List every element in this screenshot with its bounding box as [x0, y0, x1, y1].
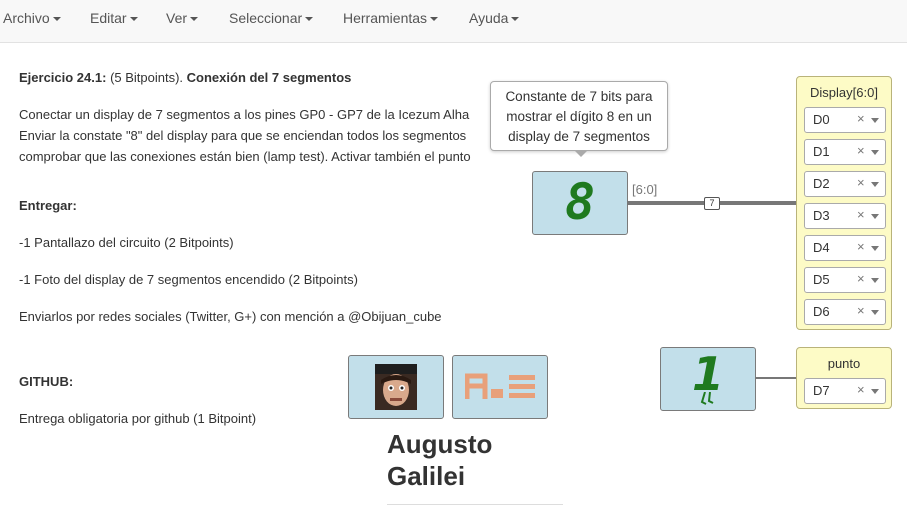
menu-label: Editar: [90, 10, 127, 26]
exercise-title-prefix: Ejercicio 24.1:: [19, 70, 107, 85]
pin-label: D4: [813, 240, 830, 255]
punto-panel-title: punto: [827, 356, 861, 371]
caret-down-icon[interactable]: [871, 246, 879, 251]
punto-output-panel[interactable]: punto D7 ×: [796, 347, 892, 409]
clear-icon[interactable]: ×: [857, 303, 865, 318]
author-last-name: Galilei: [387, 461, 466, 491]
caret-down-icon: [52, 17, 61, 22]
exercise-line-2: Enviar la constate "8" del display para …: [19, 128, 467, 143]
constant-8-block[interactable]: 8: [532, 171, 628, 235]
clear-icon[interactable]: ×: [857, 175, 865, 190]
deliver-heading: Entregar:: [19, 198, 77, 213]
pin-label: D0: [813, 112, 830, 127]
pin-select-d0[interactable]: D0 ×: [804, 107, 886, 133]
bit-legs-icon: [700, 392, 714, 405]
menu-archivo[interactable]: Archivo: [3, 10, 61, 26]
menu-label: Seleccionar: [229, 10, 303, 26]
constant-tooltip: Constante de 7 bits para mostrar el dígi…: [490, 81, 668, 151]
tooltip-line-3: display de 7 segmentos: [508, 129, 650, 144]
caret-down-icon[interactable]: [871, 182, 879, 187]
clear-icon[interactable]: ×: [857, 271, 865, 286]
menu-ver[interactable]: Ver: [166, 10, 199, 26]
menu-editar[interactable]: Editar: [90, 10, 138, 26]
caret-down-icon[interactable]: [871, 214, 879, 219]
caret-down-icon: [430, 17, 439, 22]
deliver-item-1: -1 Pantallazo del circuito (2 Bitpoints): [19, 235, 234, 250]
punto-wire[interactable]: [755, 377, 797, 379]
pin-select-d1[interactable]: D1 ×: [804, 139, 886, 165]
pin-label: D2: [813, 176, 830, 191]
caret-down-icon: [511, 17, 520, 22]
author-first-name: Augusto: [387, 429, 493, 459]
social-text: Enviarlos por redes sociales (Twitter, G…: [19, 309, 442, 324]
pin-select-d4[interactable]: D4 ×: [804, 235, 886, 261]
bus-range-label: [6:0]: [632, 182, 658, 197]
github-text: Entrega obligatoria por github (1 Bitpoi…: [19, 411, 257, 426]
clear-icon[interactable]: ×: [857, 382, 865, 397]
pin-label: D6: [813, 304, 830, 319]
tooltip-line-2: mostrar el dígito 8 en un: [506, 109, 652, 124]
caret-down-icon: [190, 17, 199, 22]
caret-down-icon[interactable]: [871, 389, 879, 394]
menu-label: Archivo: [3, 10, 50, 26]
caret-down-icon[interactable]: [871, 310, 879, 315]
pin-label: D1: [813, 144, 830, 159]
tooltip-line-1: Constante de 7 bits para: [505, 89, 653, 104]
display-output-panel[interactable]: Display[6:0] D0 × D1 × D2 × D3 × D4 × D5 × D6 ×: [796, 76, 892, 330]
board-logo-block[interactable]: [452, 355, 548, 419]
menu-label: Ayuda: [469, 10, 509, 26]
caret-down-icon[interactable]: [871, 150, 879, 155]
pin-label: D3: [813, 208, 830, 223]
deliver-item-2: -1 Foto del display de 7 segmentos encen…: [19, 272, 358, 287]
clear-icon[interactable]: ×: [857, 111, 865, 126]
pin-select-d3[interactable]: D3 ×: [804, 203, 886, 229]
pin-label: D5: [813, 272, 830, 287]
menu-herramientas[interactable]: Herramientas: [343, 10, 439, 26]
exercise-title-main: Conexión del 7 segmentos: [186, 70, 352, 85]
caret-down-icon[interactable]: [871, 118, 879, 123]
pin-select-d6[interactable]: D6 ×: [804, 299, 886, 325]
exercise-line-3: comprobar que las conexiones están bien …: [19, 149, 471, 164]
caret-down-icon[interactable]: [871, 278, 879, 283]
display-panel-title: Display[6:0]: [810, 85, 878, 100]
author-photo-block[interactable]: [348, 355, 444, 419]
exercise-line-1: Conectar un display de 7 segmentos a los…: [19, 107, 470, 122]
exercise-title: Ejercicio 24.1: (5 Bitpoints). Conexión …: [19, 70, 351, 85]
alhambra-logo-icon: [465, 373, 535, 399]
menu-label: Herramientas: [343, 10, 428, 26]
pin-label: D7: [813, 383, 830, 398]
caret-down-icon: [305, 17, 314, 22]
menu-bar: Archivo Editar Ver Seleccionar Herramien…: [0, 0, 907, 43]
menu-seleccionar[interactable]: Seleccionar: [229, 10, 314, 26]
pin-select-d2[interactable]: D2 ×: [804, 171, 886, 197]
seven-segment-digit: 8: [564, 173, 596, 231]
tooltip-arrow-icon: [575, 151, 587, 157]
author-name: Augusto Galilei: [387, 428, 492, 492]
pin-select-d7[interactable]: D7 ×: [804, 378, 886, 404]
exercise-title-points: (5 Bitpoints).: [106, 70, 187, 85]
clear-icon[interactable]: ×: [857, 207, 865, 222]
divider: [387, 504, 563, 505]
bit-1-block[interactable]: 1: [660, 347, 756, 411]
github-heading: GITHUB:: [19, 374, 74, 389]
menu-ayuda[interactable]: Ayuda: [469, 10, 520, 26]
clear-icon[interactable]: ×: [857, 239, 865, 254]
author-portrait-icon: [375, 364, 417, 410]
caret-down-icon: [129, 17, 138, 22]
clear-icon[interactable]: ×: [857, 143, 865, 158]
menu-label: Ver: [166, 10, 188, 26]
pin-select-d5[interactable]: D5 ×: [804, 267, 886, 293]
bus-size-badge: 7: [704, 197, 720, 210]
